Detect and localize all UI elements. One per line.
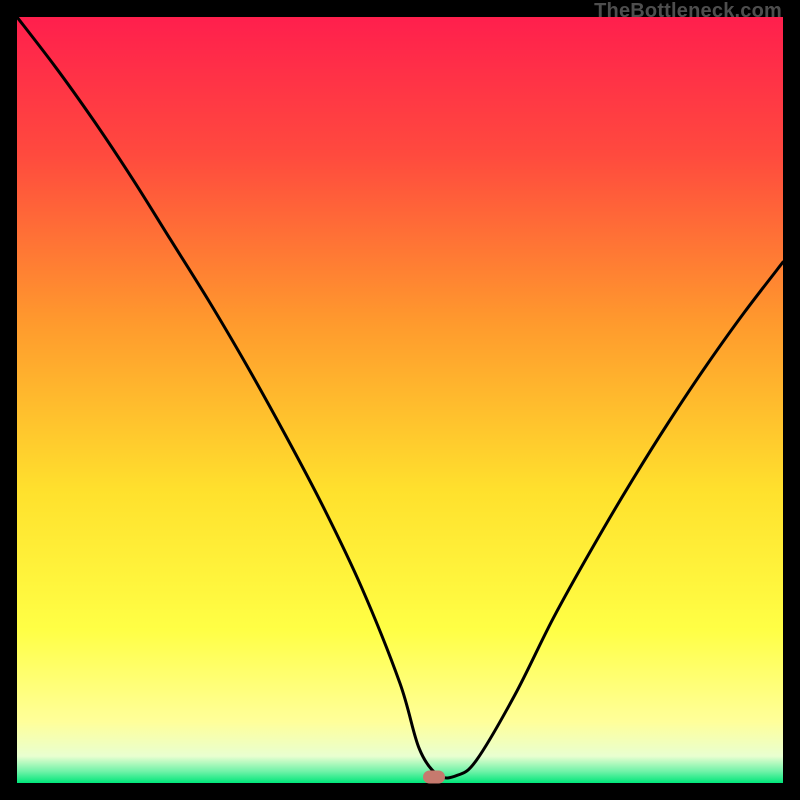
chart-frame: TheBottleneck.com (0, 0, 800, 800)
watermark-text: TheBottleneck.com (594, 0, 782, 23)
plot-area (17, 17, 783, 783)
optimal-marker (423, 770, 445, 783)
bottleneck-curve (17, 17, 783, 783)
